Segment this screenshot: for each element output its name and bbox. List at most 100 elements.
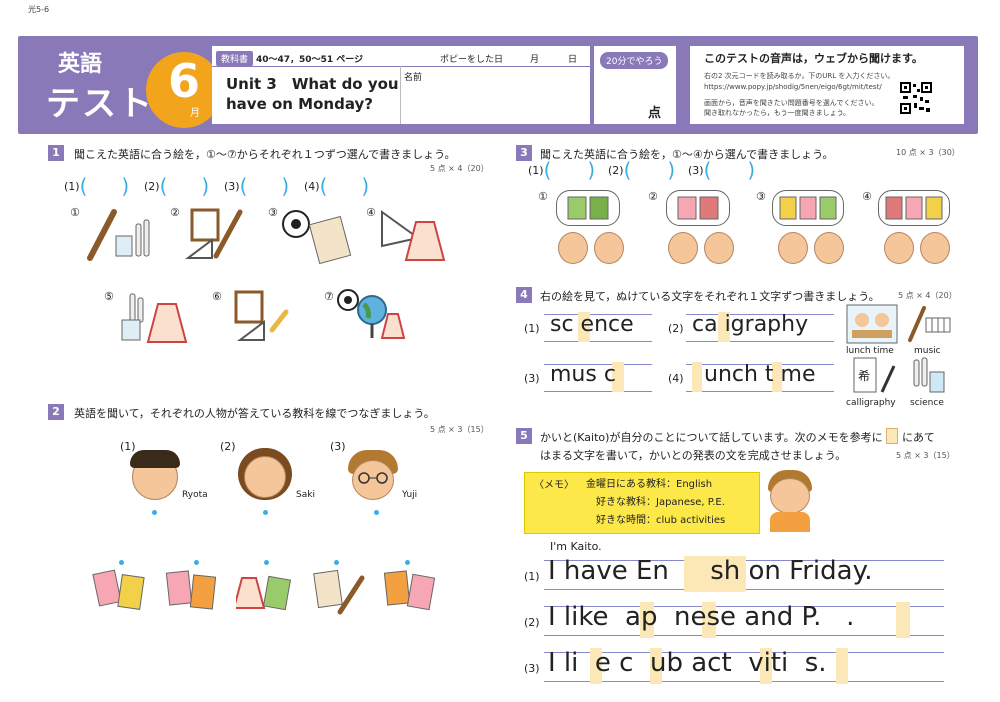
date-day: 日 [568,55,578,65]
subject-books-icon-1 [92,569,145,610]
q1-pic-label-4: ④ [366,206,376,219]
subject-dot-3[interactable] [264,560,269,565]
q3-answer-2[interactable]: (2)() [608,158,688,182]
month-suffix: 月 [190,108,200,119]
q1-pic-label-2: ② [170,206,180,219]
q3-books-icon-2 [677,196,719,220]
q4-number: 4 [516,287,532,303]
test-label: テスト [46,84,154,124]
q5-blank-3d[interactable] [836,648,848,684]
textbook-tag: 教科書 [216,51,254,66]
q4-num-1: (1) [524,322,540,335]
q3-pic-label-2: ② [648,190,658,203]
q3-pic-label-4: ④ [862,190,872,203]
science-label: science [910,398,944,408]
q1-score: 5 点 × 4（20） [430,164,489,173]
q4-num-3: (3) [524,372,540,385]
intro-text: I'm Kaito. [550,540,602,553]
yuji-dot[interactable] [374,510,379,515]
q1-pic-label-1: ① [70,206,80,219]
q4-word-4: unch t me [704,362,816,387]
q5-sentence-2: I like ap nese and P. . [548,602,855,632]
month-badge: 6 月 [146,52,222,128]
subject-label: 英語 [58,52,103,77]
q5-num-3: (3) [524,662,540,675]
audio-title: このテストの音声は，ウェブから聞けます。 [704,52,923,65]
q5-text-1: かいと(Kaito)が自分のことについて話しています。次のメモを参考に [540,431,883,444]
subject-dot-4[interactable] [334,560,339,565]
points-label: 点 [648,106,662,121]
q4-num-4: (4) [668,372,684,385]
ball-book-icon [282,210,352,265]
q1-pic-label-7: ⑦ [324,290,334,303]
q4-blank-4a[interactable] [692,362,702,392]
q4-num-2: (2) [668,322,684,335]
q1-answer-2[interactable]: (2)() [144,174,224,198]
q3-answers: (1)() (2)() (3)() [528,158,768,182]
saki-avatar [244,456,286,498]
lab-apron-icon [121,293,188,343]
q2-person-num-3: (3) [330,440,346,453]
q2-person-num-2: (2) [220,440,236,453]
memo-title: 〈メモ〉 [534,480,574,491]
saki-dot[interactable] [263,510,268,515]
audio-line2: 画面から，音声を聞きたい問題番号を選んでください。 [704,99,879,107]
lunch-time-label: lunch time [846,346,894,356]
time-tag: 20分でやろう [600,52,669,69]
music-icon [908,306,951,342]
q5-number: 5 [516,428,532,444]
q3-girl-4 [920,232,950,264]
q3-boy-2 [668,232,698,264]
science-icon [913,357,945,393]
ryota-hair [130,450,180,468]
triangle-apron-icon [381,210,446,261]
q3-boy-1 [558,232,588,264]
q1-number: 1 [48,145,64,161]
subject-dot-5[interactable] [405,560,410,565]
q3-girl-2 [704,232,734,264]
q5-text-3: はまる文字を書いて，かいとの発表の文を完成させましょう。 [540,449,847,462]
q4-word-3: mus c [550,362,616,387]
svg-text:希: 希 [858,368,870,383]
kaito-avatar [770,478,810,514]
q1-answer-4[interactable]: (4)() [304,174,384,198]
q5-score: 5 点 × 3（15） [896,451,955,460]
q3-boy-3 [778,232,808,264]
q3-girl-1 [594,232,624,264]
audio-line1: 右の2 次元コードを読み取るか，下のURL を入力ください。 [704,72,895,80]
q5-num-2: (2) [524,616,540,629]
q1-pic-label-5: ⑤ [104,290,114,303]
canvas-recorder-icon [185,208,243,259]
q2-person-num-1: (1) [120,440,136,453]
q3-pic-label-3: ③ [756,190,766,203]
q2-score: 5 点 × 3（15） [430,425,489,434]
ball-globe-icon [337,289,406,339]
q5-sentence-1: I have En sh on Friday. [548,556,873,586]
memo-row-3: 好きな時間：club activities [596,515,726,526]
q5-sentence-3: I li e c ub act viti s. [548,648,827,678]
memo-row-2: 好きな教科：Japanese, P.E. [596,497,725,508]
q3-girl-3 [814,232,844,264]
q3-books-icon-4 [885,196,943,220]
q5-num-1: (1) [524,570,540,583]
ryota-dot[interactable] [152,510,157,515]
subject-dot-2[interactable] [194,560,199,565]
q3-pic-label-1: ① [538,190,548,203]
audio-line3: 聞き取れなかったら，もう一度聞きましょう。 [704,109,851,117]
name-field[interactable] [420,80,584,120]
q1-answer-3[interactable]: (3)() [224,174,304,198]
q3-books-icon-3 [779,196,837,220]
qr-code-icon[interactable] [900,82,932,114]
q3-answer-1[interactable]: (1)() [528,158,608,182]
audio-url[interactable]: https://www.popy.jp/shodig/5nen/eigo/6gt… [704,83,882,91]
date-month: 月 [530,55,540,65]
q5-blank-box-icon [886,428,898,444]
date-label: ポピーをした日 [440,55,504,65]
memo-list: 金曜日にある教科：English 好きな教科：Japanese, P.E. 好き… [586,476,725,530]
q5-blank-2c[interactable] [896,602,910,638]
subject-dot-1[interactable] [119,560,124,565]
subject-books-icon-5 [383,570,436,611]
q3-answer-3[interactable]: (3)() [688,158,768,182]
q1-pic-label-6: ⑥ [212,290,222,303]
q1-answer-1[interactable]: (1)() [64,174,144,198]
